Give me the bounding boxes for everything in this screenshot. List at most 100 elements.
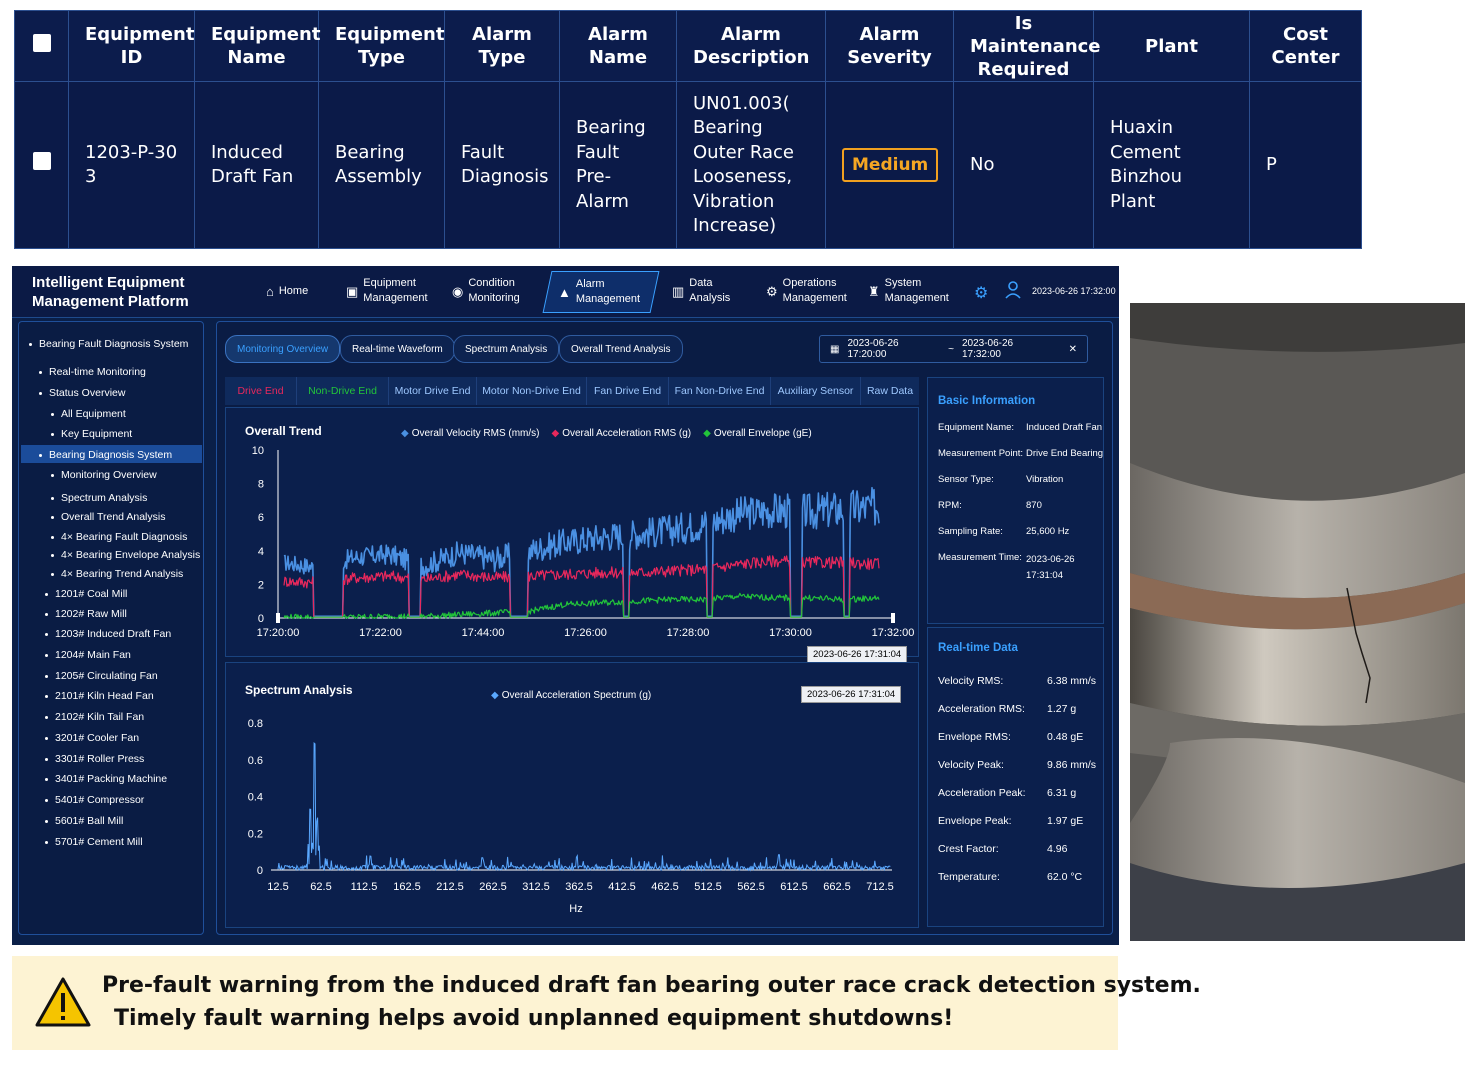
sidebar-item[interactable]: Bearing Diagnosis System — [39, 449, 172, 461]
sidebar-item[interactable]: 1203# Induced Draft Fan — [45, 628, 171, 640]
date-range-picker[interactable]: ▦ 2023-06-26 17:20:00 ~ 2023-06-26 17:32… — [819, 335, 1088, 363]
sidebar-item[interactable]: 3201# Cooler Fan — [45, 732, 139, 744]
nav-alarm-management[interactable]: ▲ Alarm Management — [542, 271, 660, 313]
nav-system-management[interactable]: ♜ System Management — [868, 276, 960, 306]
sidebar-item[interactable]: 3301# Roller Press — [45, 753, 144, 765]
realtime-row: Temperature: 62.0 °C — [938, 871, 1082, 883]
warning-banner: Pre-fault warning from the induced draft… — [12, 956, 1201, 1050]
tab-realtime-waveform[interactable]: Real-time Waveform — [340, 335, 455, 363]
header-equipment-name[interactable]: Equipment Name — [194, 10, 320, 82]
cell-equipment-type: Bearing Assembly — [318, 81, 445, 249]
header-alarm-type[interactable]: Alarm Type — [444, 10, 560, 82]
nav-condition-monitoring[interactable]: ◉ Condition Monitoring — [452, 276, 532, 306]
date-end: 2023-06-26 17:32:00 — [961, 338, 1014, 360]
sidebar-item[interactable]: All Equipment — [51, 408, 126, 420]
subtab-fan-non-drive-end[interactable]: Fan Non-Drive End — [669, 377, 771, 405]
sidebar-item[interactable]: Bearing Fault Diagnosis System — [29, 338, 188, 350]
subtab-drive-end[interactable]: Drive End — [225, 377, 297, 405]
sidebar-item[interactable]: Overall Trend Analysis — [51, 511, 165, 523]
sidebar-item[interactable]: 1204# Main Fan — [45, 649, 131, 661]
gear-icon[interactable]: ⚙ — [974, 283, 988, 303]
sidebar-item[interactable]: 1202# Raw Mill — [45, 608, 127, 620]
sidebar-item[interactable]: 5601# Ball Mill — [45, 815, 123, 827]
sidebar-item-label: Real-time Monitoring — [49, 366, 146, 378]
realtime-row: Velocity RMS: 6.38 mm/s — [938, 675, 1096, 687]
x-tick-label: 362.5 — [565, 881, 593, 893]
sidebar-item[interactable]: 1205# Circulating Fan — [45, 670, 158, 682]
user-icon[interactable] — [1005, 281, 1021, 299]
tab-spectrum-analysis[interactable]: Spectrum Analysis — [453, 335, 560, 363]
realtime-key: Envelope Peak: — [938, 815, 1012, 827]
app-header: Intelligent Equipment Management Platfor… — [12, 266, 1119, 318]
bullet-icon — [45, 653, 48, 657]
sidebar-item[interactable]: Key Equipment — [51, 428, 132, 440]
x-tick-label: 12.5 — [267, 881, 288, 893]
basic-info-row: Sensor Type: Vibration — [938, 474, 1104, 485]
row-checkbox[interactable] — [14, 81, 69, 249]
sidebar-item-label: 5401# Compressor — [55, 794, 145, 806]
header-plant[interactable]: Plant — [1093, 10, 1250, 82]
sidebar-item[interactable]: 4× Bearing Envelope Analysis — [51, 549, 200, 561]
cell-alarm-name: Bearing Fault Pre-Alarm — [559, 81, 677, 249]
header-equipment-id[interactable]: Equipment ID — [68, 10, 195, 82]
sidebar-item[interactable]: Status Overview — [39, 387, 125, 399]
nav-home[interactable]: ⌂ Home — [266, 284, 308, 299]
sidebar-item[interactable]: Monitoring Overview — [51, 469, 157, 481]
sidebar-item[interactable]: 2101# Kiln Head Fan — [45, 690, 154, 702]
realtime-value: 62.0 °C — [1047, 871, 1083, 883]
sidebar-item[interactable]: 5401# Compressor — [45, 794, 144, 806]
nav-equipment-management[interactable]: ▣ Equipment Management — [346, 276, 436, 306]
realtime-value: 0.48 gE — [1047, 731, 1084, 743]
sidebar-item[interactable]: 4× Bearing Trend Analysis — [51, 568, 183, 580]
x-tick-label: 312.5 — [522, 881, 550, 893]
trend-chart[interactable]: 0 2 4 6 8 10 17:20:00 17:22:00 17:44:00 17:26:00 1… — [226, 408, 918, 656]
sidebar-item-label: Key Equipment — [61, 428, 133, 440]
sidebar-item-label: Status Overview — [49, 387, 126, 399]
subtab-fan-drive-end[interactable]: Fan Drive End — [587, 377, 669, 405]
sidebar-item-label: Monitoring Overview — [61, 469, 157, 481]
header-maintenance-required[interactable]: Is Maintenance Required — [953, 10, 1101, 82]
select-all-checkbox[interactable] — [14, 10, 69, 82]
header-cost-center[interactable]: Cost Center — [1249, 10, 1362, 82]
spectrum-chart[interactable]: 0 0.2 0.4 0.6 0.8 12.5 62.5 112.5 162.5 212.5 262.… — [226, 663, 918, 927]
info-key: Sampling Rate: — [938, 526, 1003, 537]
x-tick-label: 212.5 — [436, 881, 464, 893]
header-alarm-description[interactable]: Alarm Description — [676, 10, 826, 82]
sidebar-item[interactable]: 1201# Coal Mill — [45, 588, 127, 600]
realtime-value: 4.96 — [1047, 843, 1068, 855]
realtime-row: Envelope Peak: 1.97 gE — [938, 815, 1083, 827]
alarm-icon: ▲ — [558, 284, 571, 300]
sidebar-item-label: 2102# Kiln Tail Fan — [55, 711, 145, 723]
tab-overall-trend-analysis[interactable]: Overall Trend Analysis — [559, 335, 683, 363]
close-icon[interactable]: ✕ — [1069, 344, 1077, 355]
realtime-value: 6.31 g — [1047, 787, 1077, 799]
tab-monitoring-overview[interactable]: Monitoring Overview — [225, 335, 341, 363]
subtab-motor-non-drive-end[interactable]: Motor Non-Drive End — [477, 377, 587, 405]
nav-operations-management[interactable]: ⚙ Operations Management — [766, 276, 854, 306]
table-row[interactable]: 1203-P-303 Induced Draft Fan Bearing Ass… — [14, 81, 1362, 249]
subtab-auxiliary-sensor[interactable]: Auxiliary Sensor — [771, 377, 861, 405]
sidebar-item[interactable]: 2102# Kiln Tail Fan — [45, 711, 144, 723]
nav-data-analysis[interactable]: ▥ Data Analysis — [672, 276, 742, 306]
subtab-raw-data[interactable]: Raw Data — [861, 377, 919, 405]
bullet-icon — [51, 572, 54, 576]
sidebar-item[interactable]: 3401# Packing Machine — [45, 773, 167, 785]
sidebar-item[interactable]: 5701# Cement Mill — [45, 836, 143, 848]
subtab-motor-drive-end[interactable]: Motor Drive End — [389, 377, 477, 405]
sidebar-item[interactable]: Real-time Monitoring — [39, 366, 146, 378]
realtime-row: Crest Factor: 4.96 — [938, 843, 1067, 855]
x-tick-label: 562.5 — [737, 881, 765, 893]
sidebar-item[interactable]: 4× Bearing Fault Diagnosis — [51, 531, 187, 543]
header-alarm-severity[interactable]: Alarm Severity — [825, 10, 954, 82]
bullet-icon — [51, 515, 54, 519]
y-tick-label: 6 — [258, 512, 264, 524]
x-tick-label: 17:26:00 — [564, 627, 607, 639]
cell-equipment-id: 1203-P-303 — [68, 81, 195, 249]
header-equipment-type[interactable]: Equipment Type — [318, 10, 445, 82]
sidebar-item[interactable]: Spectrum Analysis — [51, 492, 147, 504]
realtime-row: Acceleration Peak: 6.31 g — [938, 787, 1076, 799]
bullet-icon — [45, 694, 48, 698]
subtab-non-drive-end[interactable]: Non-Drive End — [297, 377, 389, 405]
header-alarm-name[interactable]: Alarm Name — [559, 10, 677, 82]
realtime-row: Acceleration RMS: 1.27 g — [938, 703, 1076, 715]
